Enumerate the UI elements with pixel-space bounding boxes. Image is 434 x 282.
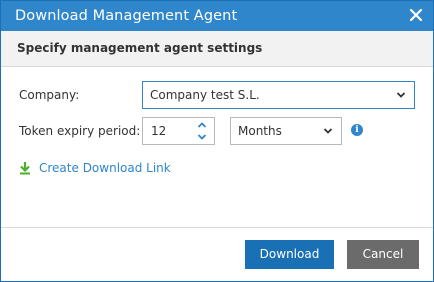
settings-subtitle: Specify management agent settings bbox=[17, 41, 263, 55]
dialog-title: Download Management Agent bbox=[15, 8, 238, 24]
cancel-button[interactable]: Cancel bbox=[347, 240, 419, 269]
company-select-value: Company test S.L. bbox=[150, 88, 260, 102]
settings-header: Specify management agent settings bbox=[1, 31, 433, 67]
period-select-value: Months bbox=[238, 124, 282, 138]
token-expiry-stepper[interactable]: 12 bbox=[142, 117, 215, 145]
company-select[interactable]: Company test S.L. bbox=[142, 81, 415, 109]
token-expiry-value: 12 bbox=[151, 124, 167, 138]
chevron-down-icon bbox=[396, 92, 406, 98]
token-expiry-label: Token expiry period: bbox=[19, 124, 141, 138]
chevron-down-icon[interactable] bbox=[197, 133, 207, 141]
create-download-link-label: Create Download Link bbox=[39, 161, 171, 175]
download-icon bbox=[20, 162, 30, 175]
info-icon[interactable]: i bbox=[351, 124, 363, 136]
dialog-titlebar: Download Management Agent bbox=[1, 1, 433, 31]
chevron-down-icon bbox=[323, 128, 333, 134]
company-label: Company: bbox=[19, 88, 80, 102]
period-select[interactable]: Months bbox=[230, 117, 342, 145]
download-agent-dialog: Download Management Agent Specify manage… bbox=[0, 0, 434, 282]
chevron-up-icon[interactable] bbox=[197, 121, 207, 129]
close-icon[interactable] bbox=[408, 7, 424, 23]
footer-divider bbox=[1, 227, 433, 228]
download-button[interactable]: Download bbox=[245, 240, 334, 269]
